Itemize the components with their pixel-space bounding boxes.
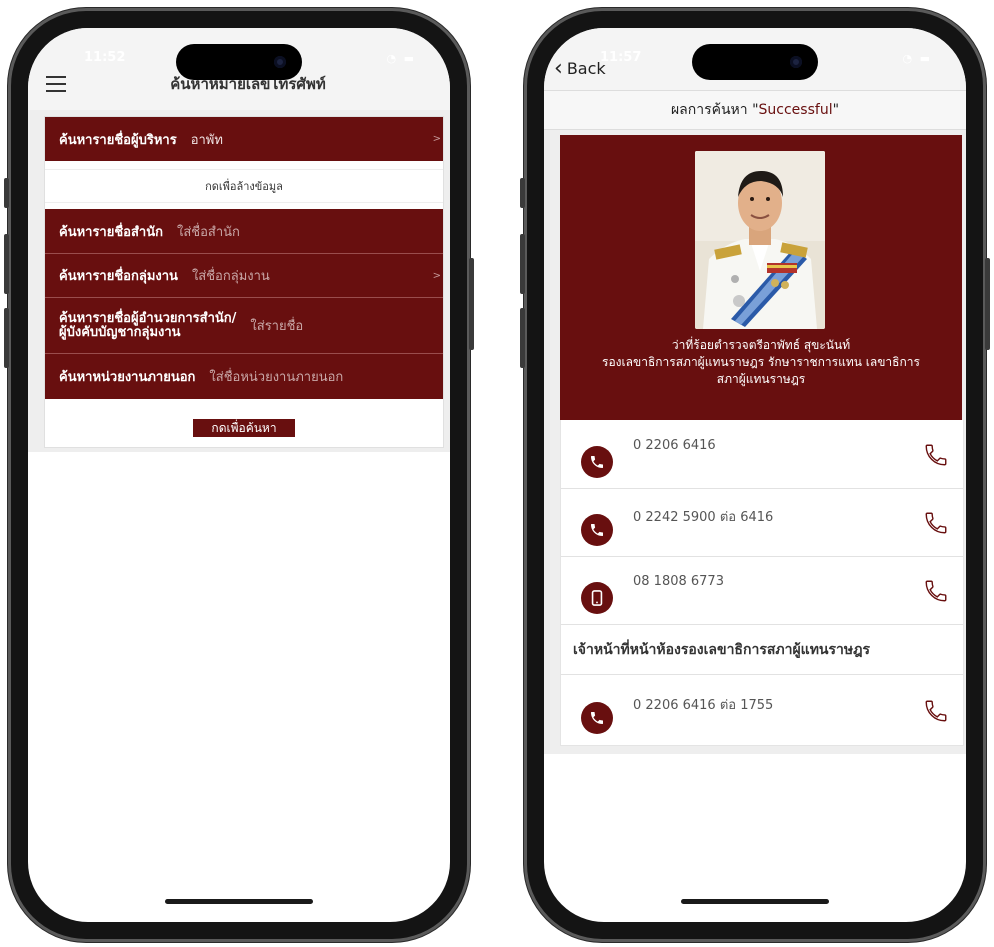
contact-row[interactable]: 08 1808 6773 xyxy=(561,556,963,625)
chevron-right-icon: > xyxy=(432,270,441,281)
workgroup-search-input[interactable]: ใส่ชื่อกลุ่มงาน xyxy=(192,265,270,286)
bureau-search-input[interactable]: ใส่ชื่อสำนัก xyxy=(177,221,240,242)
call-icon[interactable] xyxy=(923,698,949,724)
person-name: ว่าที่ร้อยตำรวจตรีอาพัทธ์ สุขะนันท์ xyxy=(671,338,851,352)
result-header: ผลการค้นหา " Successful " xyxy=(544,91,966,130)
phone-icon xyxy=(581,514,613,546)
power-button xyxy=(469,258,474,350)
phone-icon xyxy=(581,702,613,734)
contact-number: 0 2206 6416 xyxy=(633,438,716,453)
back-button[interactable]: ‹ Back xyxy=(554,55,606,81)
volume-up-button xyxy=(4,234,9,294)
status-icons: ◔ ▬ xyxy=(902,52,932,65)
call-icon[interactable] xyxy=(923,442,949,468)
menu-icon[interactable] xyxy=(46,76,66,92)
external-search-input[interactable]: ใส่ชื่อหน่วยงานภายนอก xyxy=(209,366,343,387)
contact-row[interactable]: 0 2206 6416 xyxy=(561,420,963,489)
volume-down-button xyxy=(520,308,525,368)
left-phone-frame: 11:52 ◔ ▬ ค้นหาหมายเลขโทรศัพท์ ค้นหารายช… xyxy=(4,8,474,942)
camera-icon xyxy=(790,56,802,68)
person-info: ว่าที่ร้อยตำรวจตรีอาพัทธ์ สุขะนันท์ รองเ… xyxy=(560,337,962,388)
phone-icon xyxy=(581,446,613,478)
status-time: 11:57 xyxy=(600,50,642,65)
left-screen: 11:52 ◔ ▬ ค้นหาหมายเลขโทรศัพท์ ค้นหารายช… xyxy=(28,28,450,922)
contact-row[interactable]: 0 2242 5900 ต่อ 6416 xyxy=(561,488,963,557)
call-icon[interactable] xyxy=(923,578,949,604)
profile-card: ว่าที่ร้อยตำรวจตรีอาพัทธ์ สุขะนันท์ รองเ… xyxy=(560,135,962,420)
chevron-left-icon: ‹ xyxy=(554,55,563,81)
bureau-search-label: ค้นหารายชื่อสำนัก xyxy=(59,224,163,240)
workgroup-search-label: ค้นหารายชื่อกลุ่มงาน xyxy=(59,269,178,284)
clear-button[interactable]: กดเพื่อล้างข้อมูล xyxy=(45,169,443,203)
call-icon[interactable] xyxy=(923,510,949,536)
director-label-line2: ผู้บังคับบัญชากลุ่มงาน xyxy=(59,324,181,340)
mute-switch xyxy=(520,178,525,208)
external-search-row[interactable]: ค้นหาหน่วยงานภายนอก ใส่ชื่อหน่วยงานภายนอ… xyxy=(45,353,443,399)
dynamic-island xyxy=(176,44,302,80)
section-title: เจ้าหน้าที่หน้าห้องรองเลขาธิการสภาผู้แทน… xyxy=(561,625,963,675)
executive-search-label: ค้นหารายชื่อผู้บริหาร xyxy=(59,132,177,148)
result-query: Successful xyxy=(758,102,833,118)
right-phone-frame: 11:57 ◔ ▬ ‹ Back ผลการค้นหา " Successful… xyxy=(520,8,990,942)
person-position-line1: รองเลขาธิการสภาผู้แทนราษฎร รักษาราชการแท… xyxy=(602,355,920,369)
workgroup-search-row[interactable]: ค้นหารายชื่อกลุ่มงาน ใส่ชื่อกลุ่มงาน > xyxy=(45,253,443,297)
director-label-line1: ค้นหารายชื่อผู้อำนวยการสำนัก/ xyxy=(59,310,237,326)
dynamic-island xyxy=(692,44,818,80)
home-indicator[interactable] xyxy=(165,899,313,904)
search-area: ค้นหารายชื่อผู้บริหาร อาพัท > กดเพื่อล้า… xyxy=(28,110,450,452)
volume-up-button xyxy=(520,234,525,294)
contact-row[interactable]: 0 2206 6416 ต่อ 1755 xyxy=(561,676,963,744)
profile-photo xyxy=(695,151,825,329)
director-search-row[interactable]: ค้นหารายชื่อผู้อำนวยการสำนัก/ ผู้บังคับบ… xyxy=(45,297,443,353)
result-body: ว่าที่ร้อยตำรวจตรีอาพัทธ์ สุขะนันท์ รองเ… xyxy=(544,130,966,754)
director-search-input[interactable]: ใส่รายชื่อ xyxy=(250,315,303,336)
camera-icon xyxy=(274,56,286,68)
search-card: ค้นหารายชื่อผู้บริหาร อาพัท > กดเพื่อล้า… xyxy=(44,116,444,448)
bureau-search-row[interactable]: ค้นหารายชื่อสำนัก ใส่ชื่อสำนัก xyxy=(45,209,443,253)
executive-search-row[interactable]: ค้นหารายชื่อผู้บริหาร อาพัท > xyxy=(45,117,443,161)
person-position-line2: สภาผู้แทนราษฎร xyxy=(716,372,806,386)
mute-switch xyxy=(4,178,9,208)
contact-number: 08 1808 6773 xyxy=(633,574,724,589)
director-search-label: ค้นหารายชื่อผู้อำนวยการสำนัก/ ผู้บังคับบ… xyxy=(59,310,237,340)
mobile-icon xyxy=(581,582,613,614)
contact-number: 0 2242 5900 ต่อ 6416 xyxy=(633,510,774,525)
result-suffix: " xyxy=(832,102,840,118)
right-screen: 11:57 ◔ ▬ ‹ Back ผลการค้นหา " Successful… xyxy=(544,28,966,922)
home-indicator[interactable] xyxy=(681,899,829,904)
status-icons: ◔ ▬ xyxy=(386,52,416,65)
search-button[interactable]: กดเพื่อค้นหา xyxy=(193,419,295,437)
contact-number: 0 2206 6416 ต่อ 1755 xyxy=(633,698,774,713)
executive-search-value[interactable]: อาพัท xyxy=(191,129,223,150)
power-button xyxy=(985,258,990,350)
external-search-label: ค้นหาหน่วยงานภายนอก xyxy=(59,370,196,385)
status-time: 11:52 xyxy=(84,50,126,65)
chevron-right-icon: > xyxy=(432,133,441,145)
volume-down-button xyxy=(4,308,9,368)
contact-list: 0 2206 6416 0 2242 5900 ต่อ 6416 08 1808… xyxy=(560,420,964,746)
result-prefix: ผลการค้นหา " xyxy=(670,102,759,118)
